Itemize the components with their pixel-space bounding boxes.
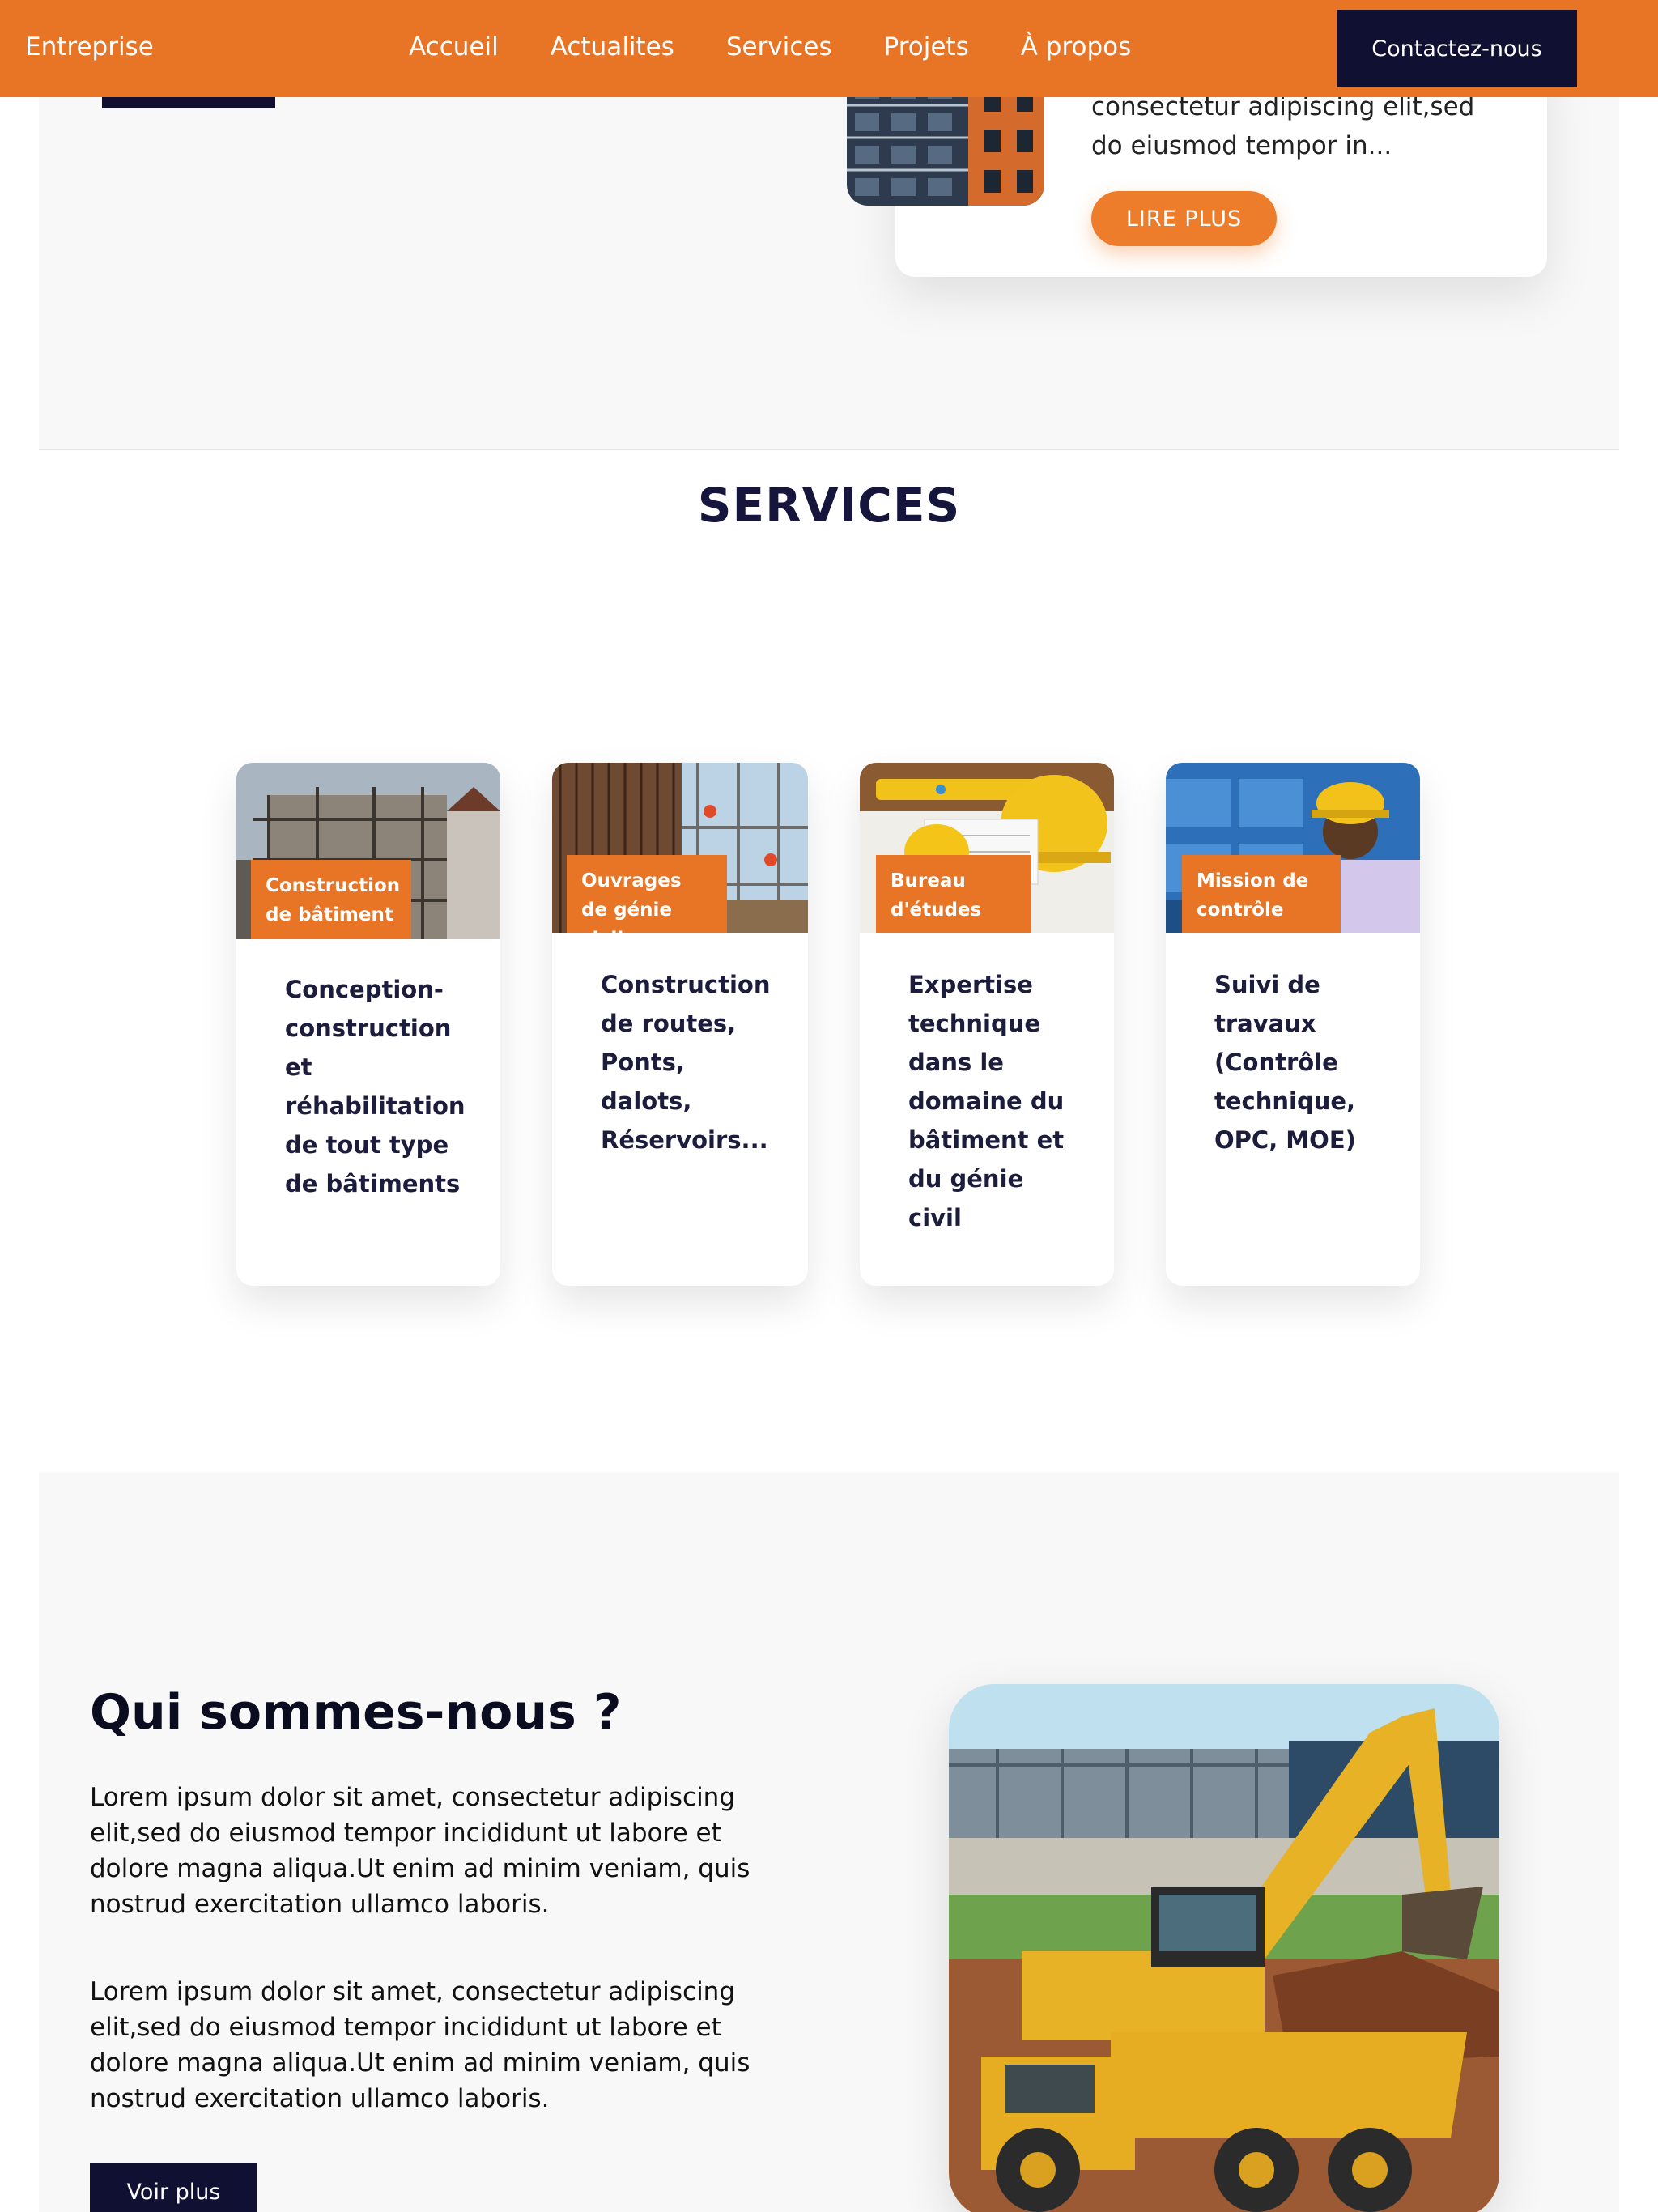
about-heading: Qui sommes-nous ? bbox=[90, 1684, 622, 1741]
read-more-button[interactable]: LIRE PLUS bbox=[1091, 191, 1277, 246]
nav-link-services[interactable]: Services bbox=[726, 32, 832, 62]
service-description: Conception-construction et réhabilitatio… bbox=[285, 976, 466, 1197]
service-description: Construction de routes, Ponts, dalots, R… bbox=[601, 971, 771, 1154]
contact-button[interactable]: Contactez-nous bbox=[1337, 10, 1577, 87]
nav-link-actualites[interactable]: Actualites bbox=[551, 32, 674, 62]
nav-link-a-propos[interactable]: À propos bbox=[1021, 32, 1132, 62]
service-tag: Bureau d'études bbox=[876, 855, 1031, 933]
services-heading: SERVICES bbox=[697, 478, 961, 533]
service-tag: Ouvrages de génie civil bbox=[567, 855, 727, 950]
about-paragraph-2: Lorem ipsum dolor sit amet, consectetur … bbox=[90, 1977, 750, 2113]
service-tag: Construction de bâtiment bbox=[251, 860, 411, 939]
service-card[interactable]: Construction de bâtiment Conception-cons… bbox=[236, 763, 500, 1286]
service-description: Expertise technique dans le domaine du b… bbox=[908, 971, 1065, 1231]
top-navbar: Entreprise Accueil Actualites Services P… bbox=[0, 0, 1658, 97]
excavator-image bbox=[949, 1684, 1499, 2212]
service-card[interactable]: Mission de contrôle Suivi de travaux (Co… bbox=[1166, 763, 1420, 1286]
nav-links: Accueil Actualites Services Projets À pr… bbox=[409, 32, 1183, 62]
hero-button-remnant[interactable] bbox=[102, 97, 275, 108]
service-card[interactable]: Bureau d'études Expertise technique dans… bbox=[860, 763, 1114, 1286]
service-tag: Mission de contrôle bbox=[1182, 855, 1341, 933]
news-excerpt: consectetur adipiscing elit,sed do eiusm… bbox=[1091, 92, 1475, 160]
nav-link-projets[interactable]: Projets bbox=[884, 32, 969, 62]
service-card[interactable]: Ouvrages de génie civil Construction de … bbox=[552, 763, 808, 1286]
about-paragraph-1: Lorem ipsum dolor sit amet, consectetur … bbox=[90, 1783, 750, 1919]
voir-plus-button[interactable]: Voir plus bbox=[90, 2163, 257, 2212]
nav-link-accueil[interactable]: Accueil bbox=[409, 32, 499, 62]
brand-logo[interactable]: Entreprise bbox=[25, 32, 154, 62]
service-description: Suivi de travaux (Contrôle technique, OP… bbox=[1214, 971, 1356, 1154]
